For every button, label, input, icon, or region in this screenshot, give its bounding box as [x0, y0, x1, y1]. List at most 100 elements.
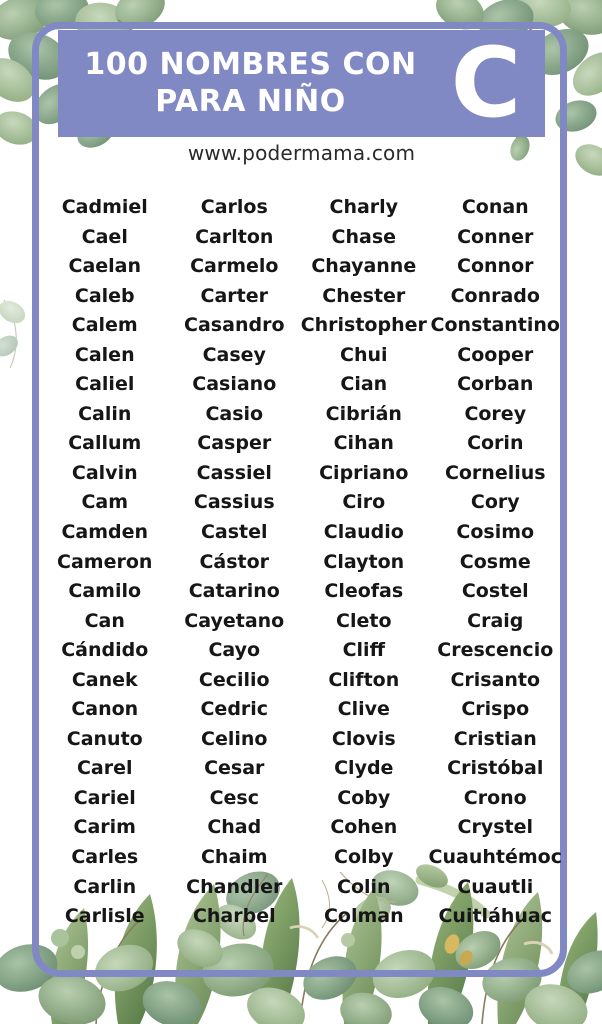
name-item: Coby — [337, 786, 391, 809]
name-item: Cael — [81, 225, 128, 248]
name-item: Corey — [464, 402, 527, 425]
name-item: Conan — [461, 196, 529, 218]
name-item: Constantino — [430, 314, 560, 337]
name-item: Carlos — [200, 196, 268, 218]
name-item: Cory — [470, 491, 520, 514]
names-column-4: Conan Conner Connor Conrado Constantino Coope… — [429, 193, 562, 933]
name-item: Cástor — [199, 550, 270, 573]
name-item: Cohen — [330, 816, 398, 839]
initial-letter-badge: C — [450, 27, 522, 140]
name-item: Cornelius — [444, 461, 546, 484]
name-item: Camden — [61, 521, 149, 544]
name-item: Cuauhtémoc — [428, 846, 562, 869]
page-title: 100 NOMBRES CON PARA NIÑO — [58, 47, 433, 120]
name-item: Crisanto — [450, 668, 541, 691]
name-item: Cesc — [209, 786, 259, 809]
name-item: Cipriano — [319, 461, 409, 484]
name-item: Colin — [337, 875, 391, 898]
name-item: Carmelo — [190, 255, 279, 278]
name-item: Chui — [340, 343, 388, 366]
name-item: Colman — [323, 905, 404, 928]
name-item: Chase — [331, 225, 397, 248]
name-item: Corban — [457, 373, 534, 396]
name-item: Caleb — [74, 284, 135, 307]
name-item: Canek — [71, 668, 138, 691]
name-item: Costel — [461, 580, 529, 603]
name-item: Chester — [322, 284, 406, 307]
name-item: Caelan — [68, 255, 142, 278]
name-item: Carim — [73, 816, 136, 839]
name-item: Crispo — [461, 698, 530, 721]
name-item: Cosimo — [456, 521, 535, 544]
name-item: Camilo — [68, 580, 142, 603]
name-item: Clayton — [323, 550, 405, 573]
name-item: Clifton — [328, 668, 400, 691]
name-item: Cassiel — [196, 461, 272, 484]
name-item: Cleofas — [324, 580, 404, 603]
name-item: Corin — [467, 432, 524, 455]
name-item: Christopher — [300, 314, 427, 337]
name-item: Clyde — [334, 757, 394, 780]
name-item: Cedric — [200, 698, 269, 721]
page-title-line-2: PARA NIÑO — [155, 83, 346, 119]
page-title-line-1: 100 NOMBRES CON — [84, 46, 417, 82]
name-item: Carlton — [195, 225, 274, 248]
name-item: Chayanne — [311, 255, 417, 278]
website-url: www.podermama.com — [187, 141, 416, 165]
name-item: Charbel — [192, 905, 276, 928]
name-item: Cariel — [73, 786, 136, 809]
name-item: Cibrián — [325, 402, 402, 425]
name-item: Cadmiel — [61, 196, 148, 218]
name-item: Cuautli — [457, 875, 534, 898]
name-item: Crescencio — [437, 639, 554, 662]
name-item: Chandler — [186, 875, 283, 898]
name-item: Claudio — [323, 521, 404, 544]
name-item: Chad — [207, 816, 262, 839]
name-item: Cliff — [342, 639, 385, 662]
name-item: Cian — [340, 373, 388, 396]
name-item: Casandro — [184, 314, 285, 337]
header-banner: 100 NOMBRES CON PARA NIÑO C — [58, 30, 545, 137]
name-item: Cristóbal — [447, 757, 544, 780]
name-item: Calen — [74, 343, 135, 366]
name-item: Clive — [337, 698, 390, 721]
name-item: Castel — [200, 521, 268, 544]
name-item: Clovis — [331, 727, 396, 750]
name-item: Cristian — [453, 727, 537, 750]
name-item: Connor — [457, 255, 534, 278]
name-item: Cuitláhuac — [438, 905, 553, 928]
name-item: Charly — [329, 196, 399, 218]
name-item: Calvin — [71, 461, 138, 484]
name-item: Conner — [457, 225, 534, 248]
name-item: Casper — [197, 432, 272, 455]
name-item: Cooper — [457, 343, 534, 366]
name-item: Cayo — [208, 639, 261, 662]
names-column-2: Carlos Carlton Carmelo Carter Casandro Casey C… — [170, 193, 300, 933]
name-item: Casiano — [192, 373, 277, 396]
name-item: Caliel — [75, 373, 135, 396]
name-item: Cecilio — [198, 668, 270, 691]
name-item: Carlin — [73, 875, 137, 898]
name-item: Crono — [463, 786, 527, 809]
name-item: Colby — [334, 846, 394, 869]
name-item: Craig — [467, 609, 524, 632]
name-item: Carlisle — [64, 905, 145, 928]
name-item: Cihan — [333, 432, 394, 455]
name-item: Callum — [68, 432, 142, 455]
names-column-3: Charly Chase Chayanne Chester Christopher Chu… — [299, 193, 429, 933]
name-item: Cassius — [193, 491, 275, 514]
name-item: Cleto — [336, 609, 392, 632]
name-item: Carel — [76, 757, 133, 780]
name-item: Cam — [81, 491, 129, 514]
name-item: Catarino — [188, 580, 280, 603]
name-item: Celino — [201, 727, 268, 750]
name-item: Casey — [202, 343, 266, 366]
names-grid: Cadmiel Cael Caelan Caleb Calem Calen Caliel Ca… — [40, 193, 562, 933]
name-item: Cándido — [61, 639, 149, 662]
name-item: Chaim — [200, 846, 268, 869]
name-item: Cesar — [204, 757, 265, 780]
name-item: Canon — [71, 698, 139, 721]
names-column-1: Cadmiel Cael Caelan Caleb Calem Calen Caliel Ca… — [40, 193, 170, 933]
name-item: Casio — [205, 402, 264, 425]
name-item: Calem — [71, 314, 138, 337]
